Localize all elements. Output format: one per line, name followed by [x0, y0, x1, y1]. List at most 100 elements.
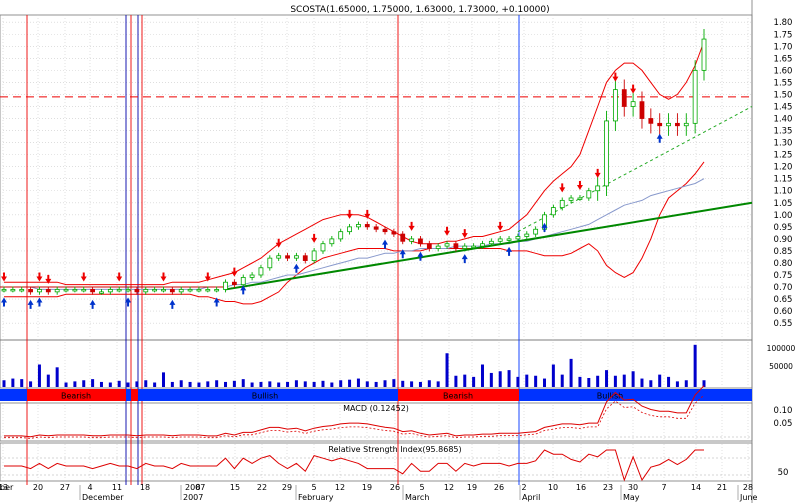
price-tick-label: 1.80 — [774, 18, 793, 28]
candle-body — [28, 289, 33, 293]
x-tick-label: 27 — [60, 483, 70, 492]
volume-bar — [224, 381, 228, 387]
candle-body — [692, 69, 698, 124]
volume-bar — [64, 382, 68, 387]
sell-arrow-icon — [576, 180, 583, 190]
volume-bar — [410, 381, 414, 387]
volume-bar — [126, 382, 130, 387]
volume-bar — [445, 353, 449, 387]
sell-arrow-icon — [346, 209, 353, 219]
volume-bar — [91, 379, 95, 387]
candle-body — [116, 289, 122, 292]
x-tick-label: 21 — [717, 483, 727, 492]
x-tick-label: 28 — [743, 483, 753, 492]
candle-body — [400, 233, 406, 242]
x-tick-label: ber — [0, 483, 14, 492]
volume-bar — [454, 375, 458, 387]
volume-bar — [197, 382, 201, 387]
volume-tick-label: 100000 — [767, 344, 796, 353]
volume-bar — [144, 380, 148, 387]
volume-bar — [640, 378, 644, 387]
volume-bar — [605, 370, 609, 387]
sell-arrow-icon — [461, 229, 468, 239]
volume-bar — [108, 382, 112, 387]
price-tick-label: 0.80 — [774, 259, 793, 269]
macd-tick-label: 0.10 — [774, 406, 793, 416]
candle-body — [657, 122, 663, 127]
candle-body — [666, 122, 671, 127]
volume-bar — [489, 372, 493, 387]
x-tick-label: 2 — [521, 483, 526, 492]
x-tick-label: 12 — [444, 483, 454, 492]
volume-bar — [37, 364, 41, 387]
volume-bar — [516, 376, 520, 387]
candle-body — [559, 199, 565, 208]
volume-bar — [560, 374, 564, 387]
volume-bar — [667, 376, 671, 387]
price-tick-label: 1.60 — [774, 66, 793, 76]
grid-layer — [0, 0, 753, 503]
volume-bar — [277, 382, 281, 387]
price-tick-label: 1.75 — [774, 30, 793, 40]
candle-body — [612, 89, 618, 122]
sell-arrow-icon — [364, 209, 371, 219]
volume-bar — [339, 380, 343, 387]
candle-body — [648, 118, 654, 124]
candle-body — [409, 238, 414, 242]
price-tick-label: 0.55 — [774, 319, 793, 329]
volume-bar — [392, 379, 396, 387]
price-tick-label: 1.05 — [774, 199, 793, 209]
volume-bar — [498, 371, 502, 387]
candle-body — [223, 281, 228, 290]
candle-body — [630, 101, 636, 107]
volume-bar — [259, 381, 263, 387]
sell-arrow-icon — [160, 272, 167, 282]
price-tick-label: 1.00 — [774, 211, 793, 221]
buy-arrow-icon — [382, 239, 389, 249]
candle-body — [497, 238, 503, 242]
candle-body — [231, 281, 237, 286]
price-tick-label: 1.30 — [774, 139, 793, 149]
x-tick-label: 18 — [140, 483, 150, 492]
volume-bar — [312, 381, 316, 387]
candle-body — [488, 240, 494, 245]
candle-body — [178, 289, 184, 293]
candle-body — [356, 224, 361, 228]
month-label: April — [522, 493, 540, 502]
sell-arrow-icon — [408, 221, 415, 231]
candle-body — [258, 267, 264, 276]
regime-label: Bearish — [443, 392, 473, 401]
candle-body — [285, 255, 290, 259]
price-tick-label: 1.25 — [774, 151, 793, 161]
volume-bar — [418, 381, 422, 387]
volume-bar — [401, 380, 405, 387]
candle-body — [506, 238, 512, 241]
price-tick-label: 0.60 — [774, 307, 793, 317]
volume-bar — [543, 378, 547, 387]
candle-body — [347, 226, 352, 233]
month-label: May — [623, 493, 640, 502]
volume-bar — [241, 379, 245, 387]
x-tick-label: 5 — [311, 483, 316, 492]
price-tick-label: 1.70 — [774, 42, 793, 52]
candle-body — [72, 289, 78, 292]
volume-bar — [250, 382, 254, 387]
volume-bar — [135, 381, 139, 387]
candle-body — [524, 233, 530, 237]
candle-body — [10, 289, 16, 292]
sell-arrow-icon — [231, 267, 238, 277]
trend-line — [225, 201, 753, 291]
candle-body — [169, 289, 175, 293]
candle-body — [471, 245, 477, 249]
volume-bar — [480, 364, 484, 387]
price-tick-label: 1.50 — [774, 90, 793, 100]
candle-body — [338, 231, 344, 240]
candle-body — [533, 228, 539, 235]
x-tick-label: 30 — [628, 483, 638, 492]
volume-bar — [117, 380, 121, 387]
volume-bar — [55, 367, 59, 387]
candle-body — [373, 226, 379, 230]
x-tick-label: 23 — [603, 483, 613, 492]
candle-body — [81, 289, 87, 292]
candle-body — [187, 289, 193, 292]
